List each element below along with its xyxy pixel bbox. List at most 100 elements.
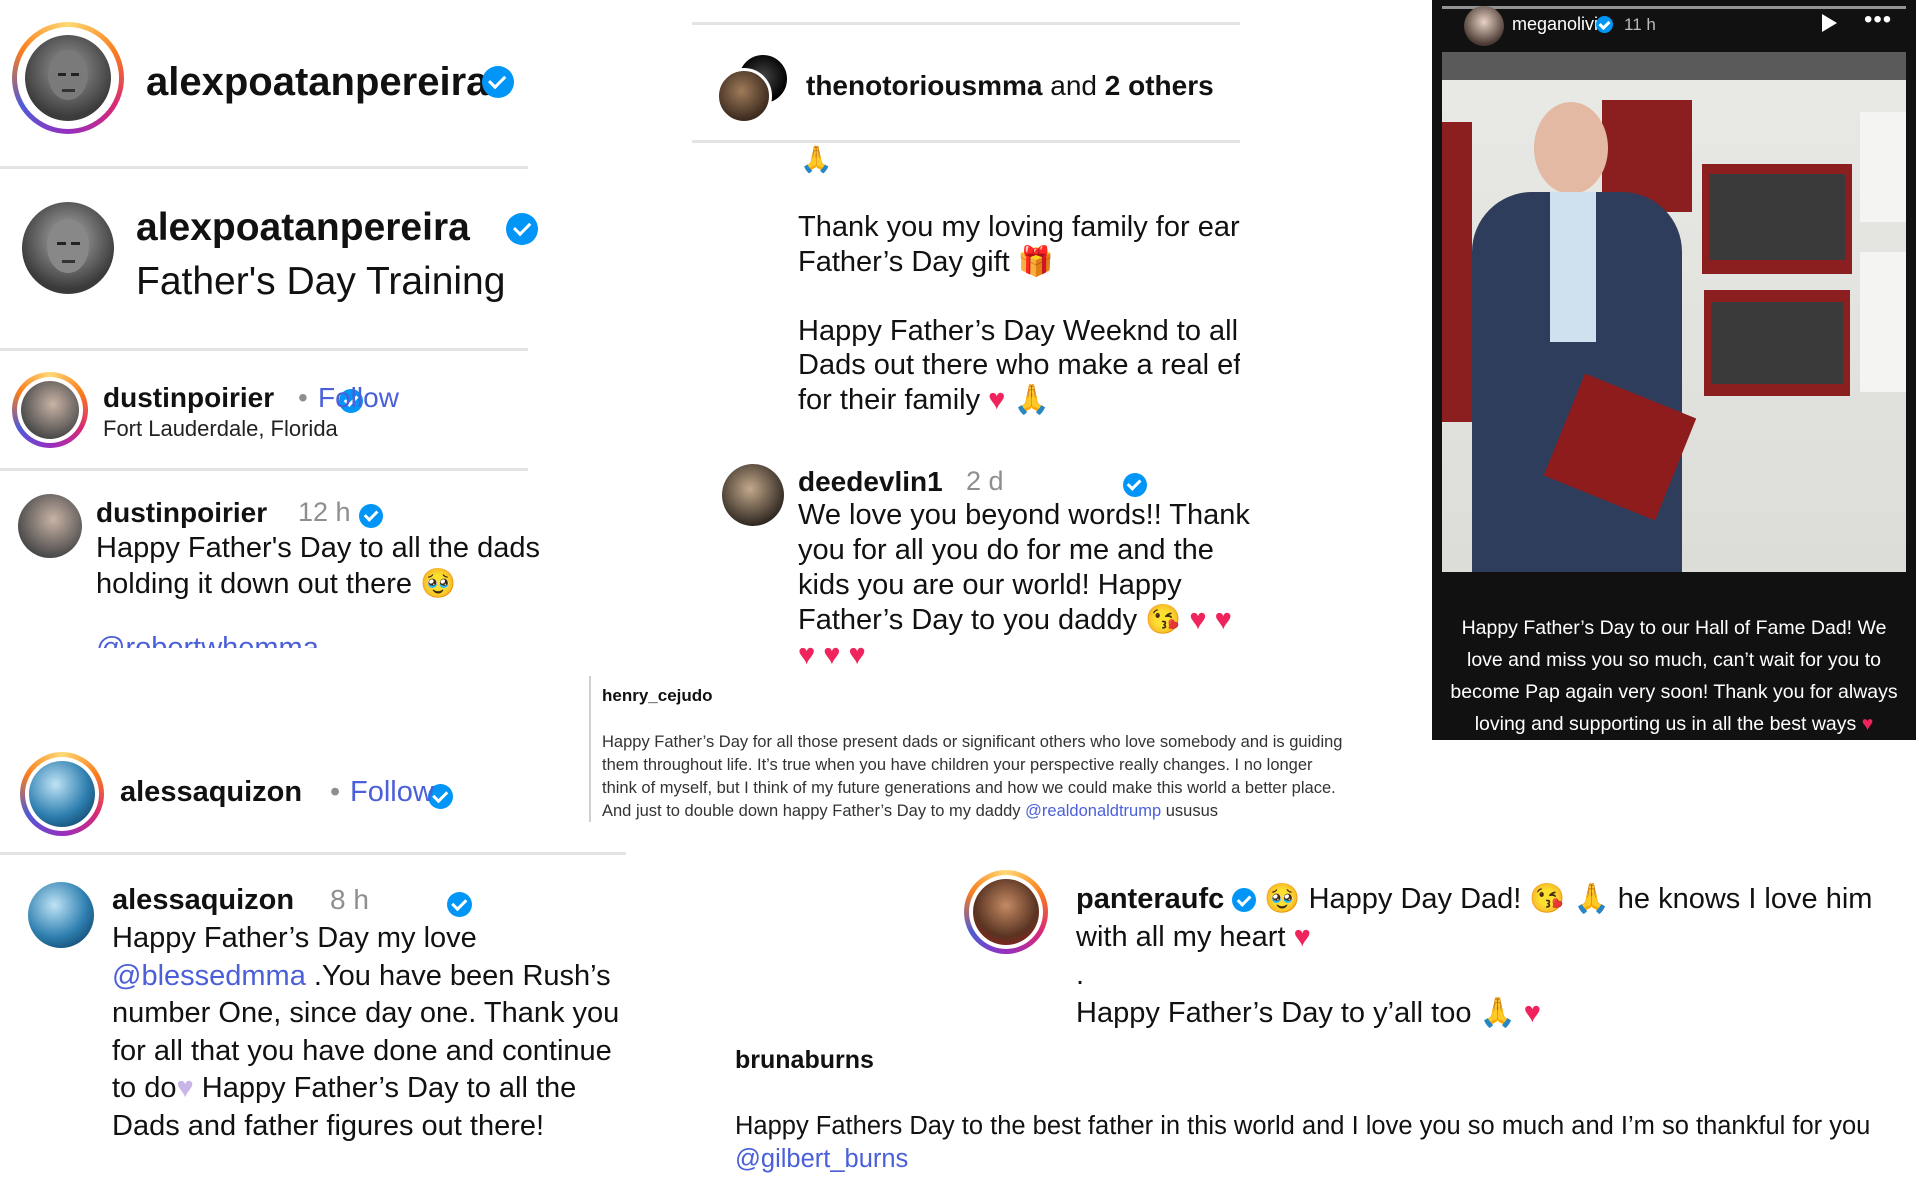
mention-link[interactable]: @realdonaldtrump — [1025, 802, 1161, 820]
caption-line: Happy Father’s Day to our Hall of Fame D… — [1461, 617, 1887, 639]
divider — [0, 468, 528, 471]
poirier-avatar-ring[interactable] — [12, 372, 88, 448]
verified-badge-icon — [1596, 16, 1613, 34]
comment-line: with all my heart — [1076, 921, 1286, 953]
story-photo — [1442, 52, 1906, 572]
comment-line: kids you are our world! Happy — [798, 569, 1182, 601]
story-username[interactable]: meganolivi — [1512, 14, 1598, 35]
divider — [0, 852, 626, 855]
comment-line: you for all you do for me and the — [798, 534, 1214, 566]
comment-line: We love you beyond words!! Thank — [798, 499, 1250, 531]
devlin-username[interactable]: deedevlin1 — [798, 466, 943, 498]
caption-line: think of myself, but I think of my futur… — [602, 779, 1336, 797]
alessa-post-username[interactable]: alessaquizon — [112, 884, 294, 917]
pereira-avatar-ring[interactable] — [12, 22, 124, 134]
alessa-avatar-ring[interactable] — [20, 752, 104, 836]
avatar — [21, 381, 79, 439]
caption-line: love and miss you so much, can’t wait fo… — [1466, 649, 1882, 671]
heart-emoji: ♥ — [1861, 713, 1874, 735]
pereira-post-username[interactable]: alexpoatanpereira — [136, 206, 470, 250]
pantera-avatar-ring[interactable] — [964, 870, 1048, 954]
prayer-hands-emoji: 🙏 — [1479, 997, 1516, 1029]
comment-line: Happy Father’s Day to y’all too — [1076, 997, 1472, 1029]
bruna-username[interactable]: brunaburns — [735, 1046, 874, 1075]
comment-line: Father’s Day to you daddy — [798, 604, 1138, 636]
follow-button[interactable]: Follow — [318, 382, 399, 414]
timestamp: 12 h — [298, 497, 351, 527]
caption-line: Happy Father's Day to all the dads — [96, 532, 540, 564]
comment-line: Happy Day Dad! — [1308, 883, 1522, 915]
separator-dot: • — [330, 776, 341, 808]
cejudo-username[interactable]: henry_cejudo — [602, 686, 713, 706]
white-heart-emoji: ♥ — [176, 1072, 194, 1104]
caption-line: .You have been Rush’s — [305, 959, 611, 992]
caption-line: loving and supporting us in all the best… — [1474, 713, 1857, 735]
play-icon[interactable] — [1822, 14, 1837, 32]
prayer-hands-emoji: 🙏 — [800, 144, 833, 174]
caption-line: Dads and father figures out there! — [112, 1109, 545, 1142]
avatar[interactable] — [28, 882, 94, 948]
plaque — [1442, 122, 1472, 422]
devlin-comment: We love you beyond words!! Thank you for… — [798, 498, 1250, 673]
verified-badge-icon — [506, 213, 539, 245]
timestamp: 8 h — [330, 884, 369, 915]
caption-line: Happy Fathers Day to the best father in … — [735, 1112, 1871, 1140]
location-label[interactable]: Fort Lauderdale, Florida — [103, 416, 338, 442]
plaque — [1711, 302, 1843, 384]
comment-line: . — [1076, 959, 1085, 991]
mention-link[interactable]: @gilbert_burns — [735, 1143, 1870, 1176]
caption-line: Happy Father’s Day for all those present… — [602, 733, 1343, 751]
avatar — [973, 879, 1039, 945]
alessa-header-username[interactable]: alessaquizon — [120, 776, 302, 809]
verified-badge-icon — [1122, 473, 1147, 497]
caption-line: become Pap again very soon! Thank you fo… — [1450, 681, 1898, 703]
pereira-header-username[interactable]: alexpoatanpereira — [146, 60, 488, 105]
bruna-caption: Happy Fathers Day to the best father in … — [735, 1110, 1870, 1176]
avatar[interactable] — [1464, 6, 1504, 46]
follow-button[interactable]: Follow — [350, 776, 434, 809]
caption-line: to do — [112, 1072, 177, 1104]
and-label: and — [1050, 70, 1097, 101]
kiss-emoji: 😘 — [1145, 604, 1182, 636]
divider — [692, 140, 1240, 143]
mention-link[interactable]: @blessedmma — [112, 960, 306, 992]
more-icon[interactable]: ••• — [1864, 6, 1892, 34]
verified-badge-icon — [1232, 888, 1257, 913]
avatar[interactable] — [22, 202, 114, 294]
cejudo-caption: Happy Father’s Day for all those present… — [602, 731, 1342, 823]
verified-badge-icon — [447, 891, 473, 917]
story-frame: meganolivi 11 h ••• Happy Father’s Day t… — [1432, 0, 1916, 740]
alessa-caption: Happy Father’s Day my love @blessedmma .… — [112, 920, 619, 1145]
wall-panel — [1860, 252, 1906, 392]
pantera-username[interactable]: panteraufc — [1076, 883, 1224, 915]
pleading-emoji: 🥹 — [420, 568, 457, 600]
verified-badge-icon — [482, 66, 514, 98]
poirier-post-username[interactable]: dustinpoirier — [96, 497, 267, 529]
kiss-emoji: 😘 — [1529, 883, 1566, 915]
partial-mention-link[interactable]: @robertwhemma — [96, 634, 356, 648]
story-timestamp: 11 h — [1624, 15, 1656, 34]
caption-line: number One, since day one. Thank you — [112, 997, 620, 1029]
person-shirt — [1550, 192, 1596, 342]
prayer-hands-emoji: 🙏 — [1013, 383, 1050, 416]
cejudo-left-border — [589, 676, 591, 822]
story-caption: Happy Father’s Day to our Hall of Fame D… — [1432, 612, 1916, 740]
collab-avatar-front[interactable] — [716, 68, 772, 124]
wall-panel — [1860, 112, 1906, 222]
caption-line: ususus — [1161, 802, 1219, 820]
mcgregor-username[interactable]: thenotoriousmma — [806, 70, 1042, 101]
story-progress-bar — [1442, 6, 1906, 9]
avatar[interactable] — [722, 464, 784, 526]
heart-emoji: ♥ — [1293, 921, 1311, 953]
mcgregor-caption: Thank you my loving family for early Fat… — [798, 210, 1240, 417]
avatar — [29, 761, 95, 827]
avatar[interactable] — [18, 494, 82, 558]
poirier-header-username[interactable]: dustinpoirier — [103, 382, 274, 414]
post-title: Father's Day Training — [136, 260, 506, 303]
avatar — [25, 35, 111, 121]
divider — [0, 348, 528, 351]
others-link[interactable]: 2 others — [1105, 70, 1214, 101]
gift-emoji: 🎁 — [1017, 245, 1054, 278]
pantera-comment: panteraufc 🥹 Happy Day Dad! 😘 🙏 he knows… — [1076, 880, 1872, 1032]
caption-line: for all that you have done and continue — [112, 1034, 612, 1067]
